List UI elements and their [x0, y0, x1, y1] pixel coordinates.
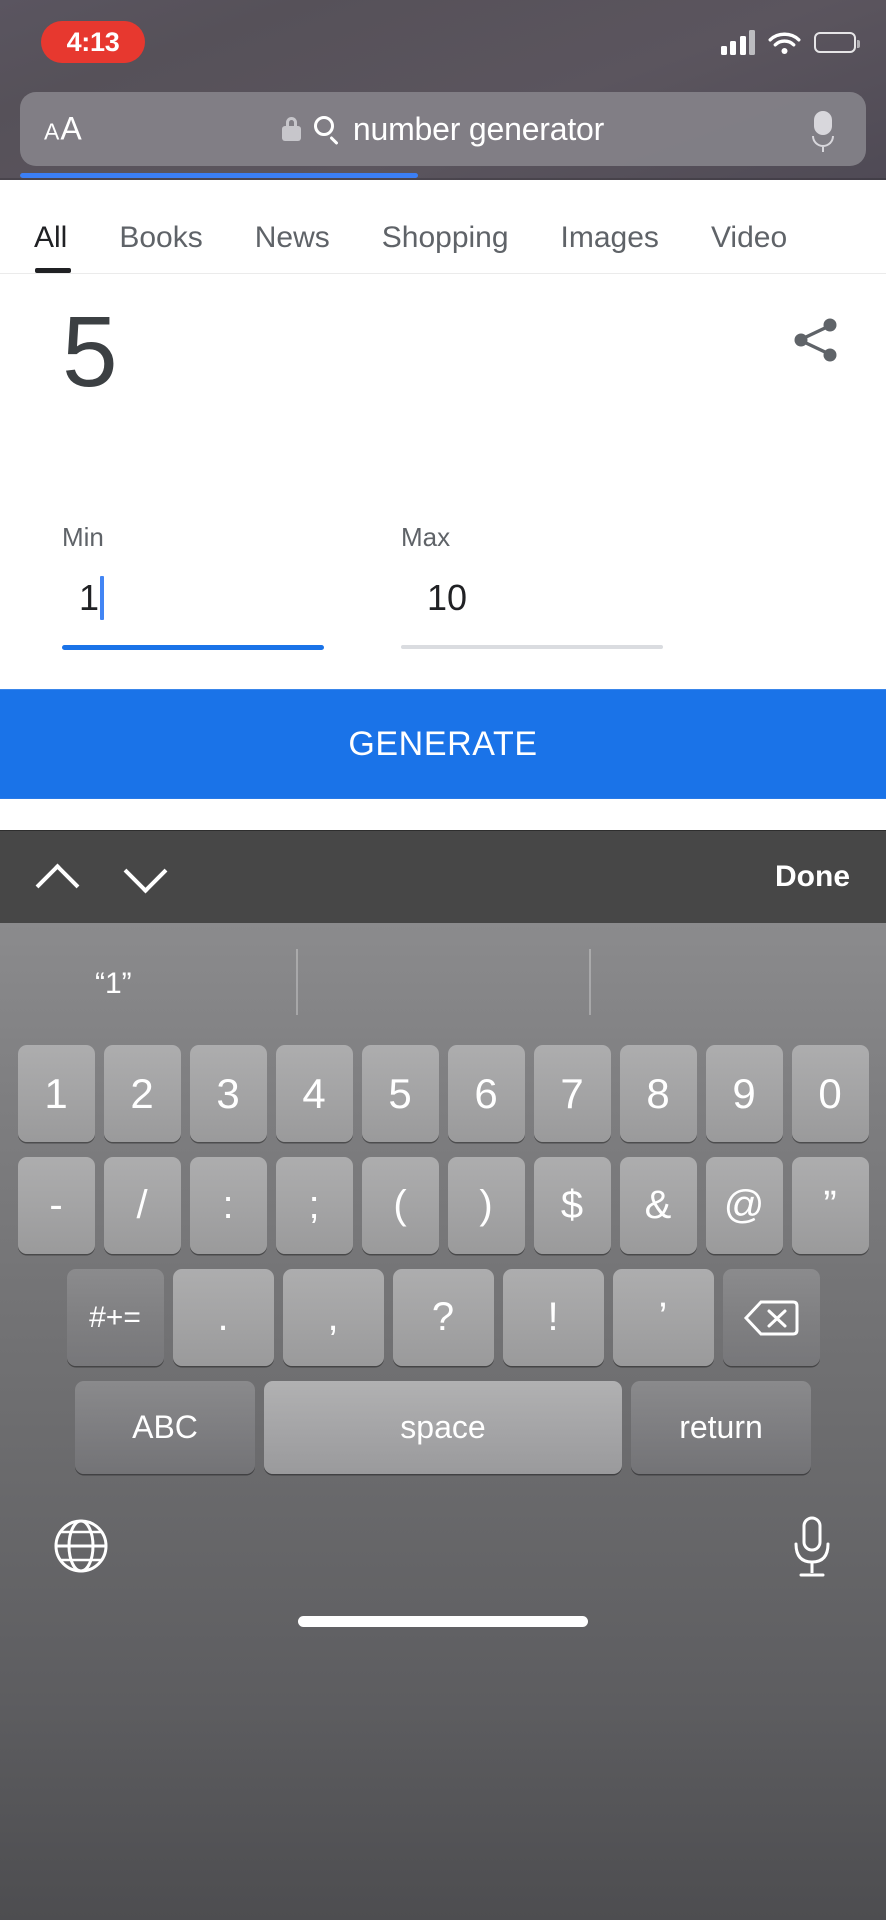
max-input[interactable]: 10	[401, 575, 663, 621]
min-underline-active	[62, 645, 324, 650]
key-at[interactable]: @	[705, 1157, 783, 1254]
key-semicolon[interactable]: ;	[275, 1157, 353, 1254]
prediction-divider	[296, 949, 298, 1015]
home-indicator	[298, 1616, 588, 1627]
tab-news[interactable]: News	[255, 221, 330, 273]
address-bar-content[interactable]: number generator	[20, 92, 866, 166]
key-7[interactable]: 7	[533, 1045, 611, 1142]
prediction-candidate[interactable]: “1”	[95, 967, 132, 1001]
key-space[interactable]: space	[264, 1381, 622, 1474]
chevron-down-icon[interactable]	[114, 846, 176, 908]
max-label: Max	[401, 522, 451, 552]
generated-number: 5	[62, 296, 118, 408]
battery-icon	[814, 31, 860, 53]
min-input[interactable]: 1	[62, 575, 324, 621]
chevron-up-icon[interactable]	[26, 846, 88, 908]
tab-books-label: Books	[119, 221, 203, 254]
prediction-divider	[589, 949, 591, 1015]
key-ampersand[interactable]: &	[619, 1157, 697, 1254]
keyboard-row-punctuation: #+= . , ? ! ’	[0, 1269, 886, 1366]
key-question[interactable]: ?	[392, 1269, 494, 1366]
tab-shopping[interactable]: Shopping	[382, 221, 509, 273]
url-text: number generator	[352, 110, 605, 147]
keyboard-row-numbers: 1 2 3 4 5 6 7 8 9 0	[0, 1045, 886, 1142]
max-value: 10	[427, 577, 468, 618]
status-time-recording-pill: 4:13	[41, 21, 145, 63]
key-colon[interactable]: :	[189, 1157, 267, 1254]
key-2[interactable]: 2	[103, 1045, 181, 1142]
tab-news-label: News	[254, 221, 330, 254]
tab-images[interactable]: Images	[561, 221, 659, 273]
lock-icon	[281, 117, 301, 141]
page-load-progress	[20, 173, 866, 178]
tab-all-label: All	[34, 221, 68, 254]
globe-icon[interactable]	[52, 1517, 110, 1575]
microphone-icon[interactable]	[812, 111, 834, 152]
key-0[interactable]: 0	[791, 1045, 869, 1142]
key-return[interactable]: return	[631, 1381, 811, 1474]
key-4[interactable]: 4	[275, 1045, 353, 1142]
progress-fill	[20, 173, 418, 178]
keyboard-row-bottom: ABC space return	[0, 1381, 886, 1474]
key-8[interactable]: 8	[619, 1045, 697, 1142]
key-dollar[interactable]: $	[533, 1157, 611, 1254]
tab-video[interactable]: Video	[711, 221, 787, 273]
key-symbols-switch[interactable]: #+=	[66, 1269, 164, 1366]
key-abc-switch[interactable]: ABC	[75, 1381, 255, 1474]
text-cursor	[100, 576, 105, 620]
tab-video-label: Video	[710, 221, 788, 254]
tab-images-label: Images	[560, 221, 659, 254]
max-underline	[401, 645, 663, 649]
keyboard-bottom-bar	[0, 1489, 886, 1649]
key-exclamation[interactable]: !	[502, 1269, 604, 1366]
done-button[interactable]: Done	[775, 860, 850, 894]
share-icon[interactable]	[788, 312, 844, 368]
keyboard-row-symbols: - / : ; ( ) $ & @ ”	[0, 1157, 886, 1254]
cellular-signal-icon	[720, 29, 755, 55]
status-indicators	[720, 26, 860, 58]
key-paren-open[interactable]: (	[361, 1157, 439, 1254]
browser-chrome: 4:13 AA number generator	[0, 0, 886, 180]
generate-button-label: GENERATE	[348, 724, 538, 763]
web-page-content: All Books News Shopping Images Video 5 M…	[0, 180, 886, 922]
search-icon	[313, 116, 340, 146]
tab-shopping-label: Shopping	[381, 221, 509, 254]
key-3[interactable]: 3	[189, 1045, 267, 1142]
key-hyphen[interactable]: -	[17, 1157, 95, 1254]
phone-screen: 4:13 AA number generator All Books News …	[0, 0, 886, 1920]
microphone-icon[interactable]	[790, 1515, 834, 1581]
on-screen-keyboard: “1” 1 2 3 4 5 6 7 8 9 0 - / : ; ( ) $ & …	[0, 923, 886, 1920]
key-5[interactable]: 5	[361, 1045, 439, 1142]
predictive-text-bar: “1”	[0, 923, 886, 1045]
wifi-icon	[768, 30, 801, 55]
keyboard-accessory-toolbar: Done	[0, 830, 886, 923]
min-field-group[interactable]: Min 1	[62, 522, 324, 650]
min-label: Min	[62, 522, 104, 552]
key-6[interactable]: 6	[447, 1045, 525, 1142]
min-value: 1	[79, 577, 100, 618]
key-slash[interactable]: /	[103, 1157, 181, 1254]
tab-books[interactable]: Books	[119, 221, 202, 273]
key-1[interactable]: 1	[17, 1045, 95, 1142]
address-bar[interactable]: AA number generator	[20, 92, 866, 166]
status-time: 4:13	[66, 26, 120, 57]
key-comma[interactable]: ,	[282, 1269, 384, 1366]
max-field-group[interactable]: Max 10	[401, 522, 663, 649]
key-quote[interactable]: ”	[791, 1157, 869, 1254]
tab-all[interactable]: All	[34, 221, 72, 273]
status-bar: 4:13	[0, 0, 886, 78]
key-apostrophe[interactable]: ’	[612, 1269, 714, 1366]
key-period[interactable]: .	[172, 1269, 274, 1366]
backspace-icon[interactable]	[722, 1269, 820, 1366]
generate-button[interactable]: GENERATE	[0, 689, 886, 799]
key-paren-close[interactable]: )	[447, 1157, 525, 1254]
search-result-tabs: All Books News Shopping Images Video	[0, 180, 886, 274]
key-9[interactable]: 9	[705, 1045, 783, 1142]
